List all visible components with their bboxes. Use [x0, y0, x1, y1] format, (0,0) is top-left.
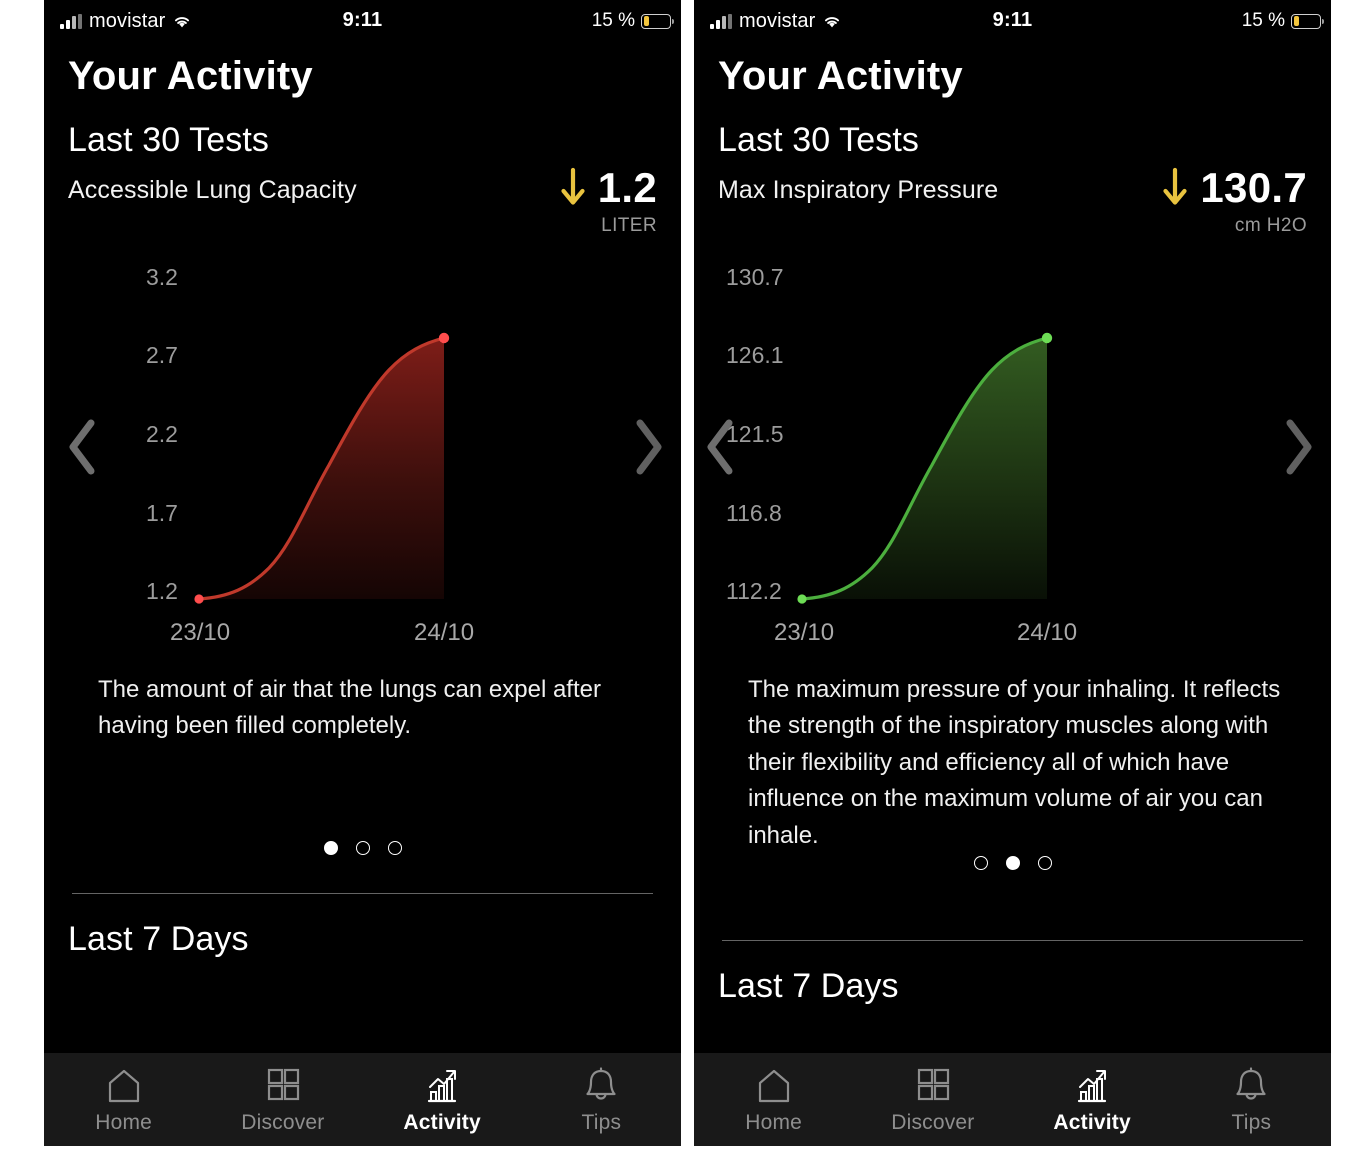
status-bar-right: 15 %	[591, 10, 675, 32]
tab-label: Tips	[581, 1110, 622, 1134]
status-bar: movistar 9:11 15 %	[694, 0, 1331, 46]
tab-label: Home	[95, 1110, 153, 1134]
chart-area-fill	[802, 338, 1047, 599]
tab-activity[interactable]: Activity	[363, 1065, 522, 1135]
pager-dot-1[interactable]	[973, 856, 988, 871]
grid-icon	[853, 1065, 1012, 1107]
tab-label: Discover	[241, 1110, 325, 1134]
chevron-left-icon[interactable]	[66, 418, 100, 476]
status-bar-clock: 9:11	[342, 9, 383, 31]
arrow-down-icon	[1163, 167, 1187, 205]
metric-value-block: 130.7 cm H2O	[1160, 166, 1307, 237]
chart-svg: 130.7 126.1 121.5 116.8 112.2 23/10 24/1…	[726, 264, 1077, 646]
tab-home[interactable]: Home	[44, 1065, 203, 1135]
y-tick-label: 2.2	[146, 421, 178, 447]
metric-summary-row: Max Inspiratory Pressure 130.7 cm H2O	[718, 167, 1307, 246]
activity-chart-left[interactable]: 3.2 2.7 2.2 1.7 1.2 23/10 24/10	[44, 250, 681, 650]
screenshot-stage: movistar 9:11 15 % Your Activity Last 30…	[0, 0, 1362, 1164]
pager-dots-left[interactable]	[44, 840, 681, 855]
tab-label: Tips	[1231, 1110, 1272, 1134]
pager-dot-2[interactable]	[1005, 856, 1020, 871]
pager-dots-right[interactable]	[694, 856, 1331, 871]
y-tick-label: 112.2	[726, 578, 782, 604]
activity-chart-right[interactable]: 130.7 126.1 121.5 116.8 112.2 23/10 24/1…	[694, 250, 1331, 650]
chart-point-end	[438, 332, 450, 344]
tab-label: Discover	[891, 1110, 975, 1134]
metric-unit: cm H2O	[1234, 215, 1307, 236]
metric-unit: LITER	[601, 215, 657, 236]
tab-discover[interactable]: Discover	[203, 1065, 362, 1135]
metric-name: Accessible Lung Capacity	[68, 176, 357, 204]
battery-percent: 15 %	[591, 10, 635, 31]
y-tick-label: 1.2	[146, 578, 178, 604]
pager-dot-1[interactable]	[323, 840, 338, 855]
section-title-range: Last 30 Tests	[68, 121, 270, 159]
chevron-left-icon[interactable]	[704, 418, 738, 476]
tab-label: Activity	[1053, 1110, 1131, 1134]
bottom-tab-bar[interactable]: Home Discover Activity Tips	[694, 1053, 1331, 1146]
home-icon	[694, 1065, 853, 1107]
bar-chart-icon	[1013, 1065, 1172, 1107]
x-tick-label: 23/10	[170, 619, 230, 646]
metric-description: The maximum pressure of your inhaling. I…	[748, 676, 1281, 849]
y-tick-label: 130.7	[726, 264, 784, 290]
pager-dot-3[interactable]	[1037, 856, 1052, 871]
pager-dot-3[interactable]	[387, 840, 402, 855]
chart-point-start	[797, 594, 807, 604]
chart-point-end	[1041, 332, 1053, 344]
grid-icon	[203, 1065, 362, 1107]
battery-percent: 15 %	[1241, 10, 1285, 31]
battery-low-icon	[641, 13, 675, 29]
arrow-down-icon	[561, 167, 585, 205]
metric-value: 130.7	[1200, 164, 1307, 211]
phone-screen-right: movistar 9:11 15 % Your Activity Last 30…	[694, 0, 1331, 1146]
chart-area-fill	[199, 338, 444, 599]
y-tick-label: 116.8	[726, 500, 782, 526]
metric-value: 1.2	[597, 164, 657, 211]
metric-summary-row: Accessible Lung Capacity 1.2 LITER	[68, 167, 657, 246]
bottom-tab-bar[interactable]: Home Discover Activity Tips	[44, 1053, 681, 1146]
x-tick-label: 24/10	[414, 619, 474, 646]
section-title-week: Last 7 Days	[68, 919, 249, 958]
status-bar-right: 15 %	[1241, 10, 1325, 32]
battery-low-icon	[1291, 13, 1325, 29]
home-icon	[44, 1065, 203, 1107]
chart-svg: 3.2 2.7 2.2 1.7 1.2 23/10 24/10	[146, 264, 474, 646]
y-tick-label: 126.1	[726, 342, 784, 368]
metric-name: Max Inspiratory Pressure	[718, 176, 999, 204]
chart-point-start	[194, 594, 204, 604]
chevron-right-icon[interactable]	[631, 418, 665, 476]
status-bar-clock: 9:11	[992, 9, 1033, 31]
section-divider	[722, 940, 1303, 942]
tab-discover[interactable]: Discover	[853, 1065, 1012, 1135]
tab-label: Activity	[403, 1110, 481, 1134]
page-title: Your Activity	[718, 54, 963, 98]
tab-home[interactable]: Home	[694, 1065, 853, 1135]
tab-label: Home	[745, 1110, 803, 1134]
tab-tips[interactable]: Tips	[522, 1065, 681, 1135]
y-tick-label: 2.7	[146, 342, 178, 368]
chevron-right-icon[interactable]	[1281, 418, 1315, 476]
bar-chart-icon	[363, 1065, 522, 1107]
page-title: Your Activity	[68, 54, 313, 98]
section-divider	[72, 892, 653, 894]
section-title-week: Last 7 Days	[718, 967, 899, 1006]
tab-activity[interactable]: Activity	[1013, 1065, 1172, 1135]
metric-description: The amount of air that the lungs can exp…	[98, 676, 601, 740]
bell-icon	[522, 1065, 681, 1107]
tab-tips[interactable]: Tips	[1172, 1065, 1331, 1135]
section-title-range: Last 30 Tests	[718, 121, 920, 159]
phone-screen-left: movistar 9:11 15 % Your Activity Last 30…	[44, 0, 681, 1146]
metric-value-block: 1.2 LITER	[558, 166, 657, 237]
y-tick-label: 3.2	[146, 264, 178, 290]
pager-dot-2[interactable]	[355, 840, 370, 855]
status-bar: movistar 9:11 15 %	[44, 0, 681, 46]
x-tick-label: 23/10	[774, 619, 834, 646]
bell-icon	[1172, 1065, 1331, 1107]
x-tick-label: 24/10	[1017, 619, 1077, 646]
y-tick-label: 1.7	[146, 500, 178, 526]
